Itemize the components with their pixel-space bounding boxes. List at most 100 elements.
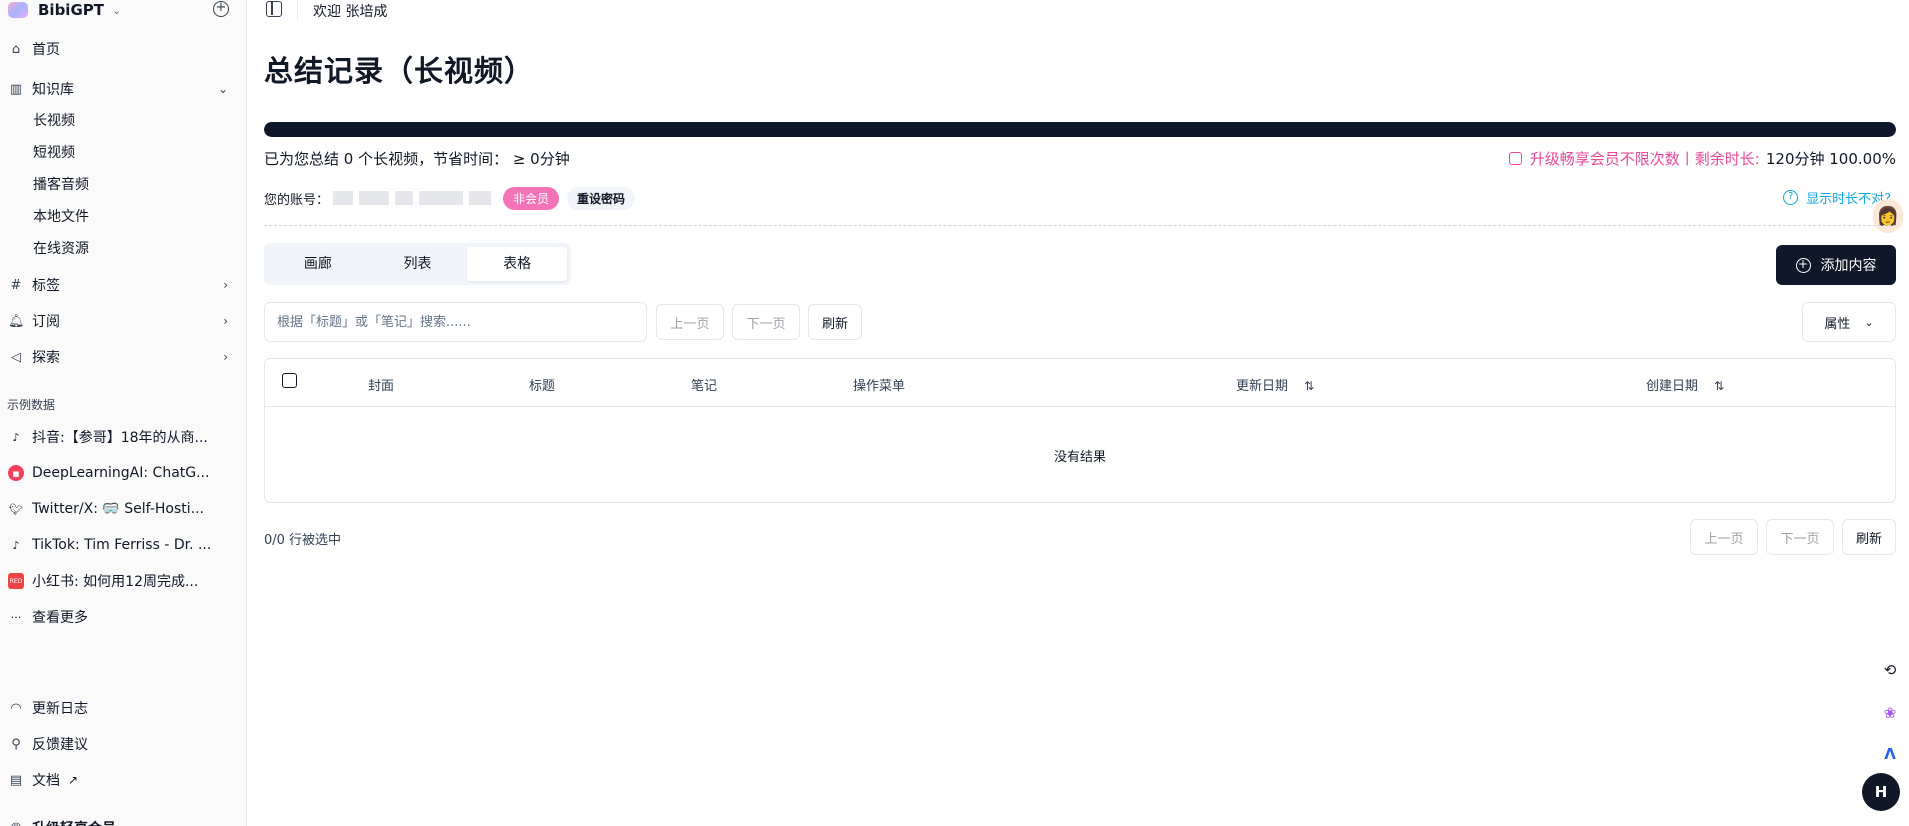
translate-icon[interactable]: ⟲ [1876,656,1904,684]
bell-icon: 🔔︎ [8,313,25,329]
next-page-button-bottom[interactable]: 下一页 [1766,519,1834,555]
chevron-right-icon: › [223,314,228,328]
select-all-checkbox[interactable] [282,373,297,388]
add-circle-icon[interactable]: + [213,1,229,17]
prev-page-button[interactable]: 上一页 [656,304,724,340]
sort-icon: ⇅ [1304,379,1315,393]
tiktok-icon: ♪ [12,430,20,444]
sort-icon: ⇅ [1714,379,1725,393]
external-link-icon: ↗ [68,773,79,787]
attributes-dropdown[interactable]: 属性 ⌄ [1802,302,1896,342]
app-name: BibiGPT [38,1,104,19]
sidebar-item-label: 升级轻享会员 [32,818,116,826]
remaining-time: 120分钟 100.00% [1765,150,1896,168]
duration-help-link[interactable]: ? 显示时长不对? [1783,188,1891,207]
see-more-label: 查看更多 [32,610,88,626]
column-cover: 封面 [368,379,395,394]
ai-logo-icon[interactable]: Λ [1876,740,1904,768]
hash-icon: # [10,277,22,293]
megaphone-icon: ◁ [11,349,21,365]
reset-password-button[interactable]: 重设密码 [567,186,636,210]
usage-progress-fill [264,122,1896,137]
document-icon: ▤ [9,772,23,788]
sidebar-item-tags[interactable]: # 标签 › [0,270,246,300]
sample-label: DeepLearningAI: ChatG... [32,465,210,481]
sidebar-item-changelog[interactable]: ◠ 更新日志 [0,693,246,723]
tab-gallery[interactable]: 画廊 [268,247,368,281]
upgrade-banner[interactable]: 升级畅享会员不限次数丨剩余时长: 120分钟 100.00% [1508,148,1896,169]
masked-account [359,191,390,205]
location-icon: ⚲ [11,736,21,752]
column-created[interactable]: 创建日期 ⇅ [1646,375,1724,394]
workspace-switcher[interactable]: BibiGPT ⌄ [8,0,121,20]
ellipsis-icon: ··· [10,610,22,624]
sidebar-item-label: 探索 [32,350,60,366]
sample-item[interactable]: RED 小红书: 如何用12周完成... [0,567,246,595]
sidebar-item-label: 知识库 [32,82,74,98]
tab-table[interactable]: 表格 [467,247,568,281]
column-actions: 操作菜单 [853,379,906,394]
sample-label: Twitter/X: 🥽 Self-Hosti... [32,501,204,517]
refresh-button-bottom[interactable]: 刷新 [1842,519,1896,555]
masked-account [419,191,464,205]
column-updated[interactable]: 更新日期 ⇅ [1236,375,1314,394]
twitter-icon: 🐦︎ [9,502,23,516]
question-icon: ? [1783,190,1799,205]
sidebar-subitem-short-video[interactable]: 短视频 [33,142,75,164]
plus-circle-icon: + [1795,257,1811,273]
sidebar-item-label: 标签 [32,278,60,294]
sample-item[interactable]: ♪ TikTok: Tim Ferriss - Dr. ... [0,531,246,559]
attributes-label: 属性 [1824,316,1851,332]
sidebar-item-feedback[interactable]: ⚲ 反馈建议 [0,729,246,759]
help-chat-icon[interactable]: H [1862,773,1900,811]
sidebar-item-explore[interactable]: ◁ 探索 › [0,342,246,372]
sample-item[interactable]: 🐦︎ Twitter/X: 🥽 Self-Hosti... [0,495,246,523]
brain-icon[interactable]: ❀ [1876,699,1904,727]
library-icon: ▥ [9,81,23,97]
next-page-button[interactable]: 下一页 [732,304,800,340]
prev-page-button-bottom[interactable]: 上一页 [1690,519,1758,555]
samples-heading: 示例数据 [7,398,56,412]
assistant-avatar[interactable]: 👩 [1873,199,1903,233]
column-notes: 笔记 [691,379,718,394]
crown-icon: ♛ [8,821,24,826]
tiktok-icon: ♪ [12,538,20,552]
sidebar-item-subscribe[interactable]: 🔔︎ 订阅 › [0,306,246,336]
see-more-link[interactable]: ··· 查看更多 [0,603,246,631]
sidebar-subitem-podcast[interactable]: 播客音频 [33,174,89,196]
refresh-button[interactable]: 刷新 [808,304,862,340]
chevron-down-icon: ⌄ [217,82,228,96]
sidebar-subitem-local-files[interactable]: 本地文件 [33,206,89,228]
tab-list[interactable]: 列表 [368,247,468,281]
chevron-down-icon: ⌄ [1864,315,1874,329]
divider [297,0,298,20]
sample-item[interactable]: ▪ DeepLearningAI: ChatG... [0,459,246,487]
sidebar-item-label: 更新日志 [32,701,88,717]
xiaohongshu-icon: RED [8,573,24,589]
sidebar-item-upgrade[interactable]: ♛ 升级轻享会员 [0,813,246,826]
sidebar-item-label: 首页 [32,42,60,58]
sidebar-subitem-long-video[interactable]: 长视频 [33,110,75,132]
home-icon: ⌂ [11,41,21,57]
sidebar-item-home[interactable]: ⌂ 首页 [0,34,246,64]
masked-account [333,191,354,205]
selected-row-count: 0/0 行被选中 [264,533,342,548]
upgrade-text: 升级畅享会员不限次数丨剩余时长: [1529,150,1760,168]
view-tabs: 画廊 列表 表格 [264,243,571,285]
column-label: 更新日期 [1236,379,1289,394]
search-input[interactable] [264,302,647,342]
sidebar-item-library[interactable]: ▥ 知识库 ⌄ [0,74,246,104]
sidebar-subitem-online[interactable]: 在线资源 [33,238,89,260]
table-header: 封面 标题 笔记 操作菜单 更新日期 ⇅ 创建日期 ⇅ [265,359,1895,407]
member-status-badge: 非会员 [503,186,560,210]
sidebar-item-docs[interactable]: ▤ 文档 ↗ [0,765,246,795]
divider [264,225,1896,226]
sidebar-item-label: 订阅 [32,314,60,330]
empty-state: 没有结果 [1053,449,1106,465]
bilibili-icon: ▪ [8,465,24,481]
sidebar-toggle-icon[interactable] [266,1,282,17]
sample-item[interactable]: ♪ 抖音:【参哥】18年的从商... [0,423,246,451]
add-content-button[interactable]: + 添加内容 [1776,245,1896,285]
records-table: 封面 标题 笔记 操作菜单 更新日期 ⇅ 创建日期 ⇅ 没有结果 [264,358,1896,503]
sample-label: TikTok: Tim Ferriss - Dr. ... [32,537,212,553]
